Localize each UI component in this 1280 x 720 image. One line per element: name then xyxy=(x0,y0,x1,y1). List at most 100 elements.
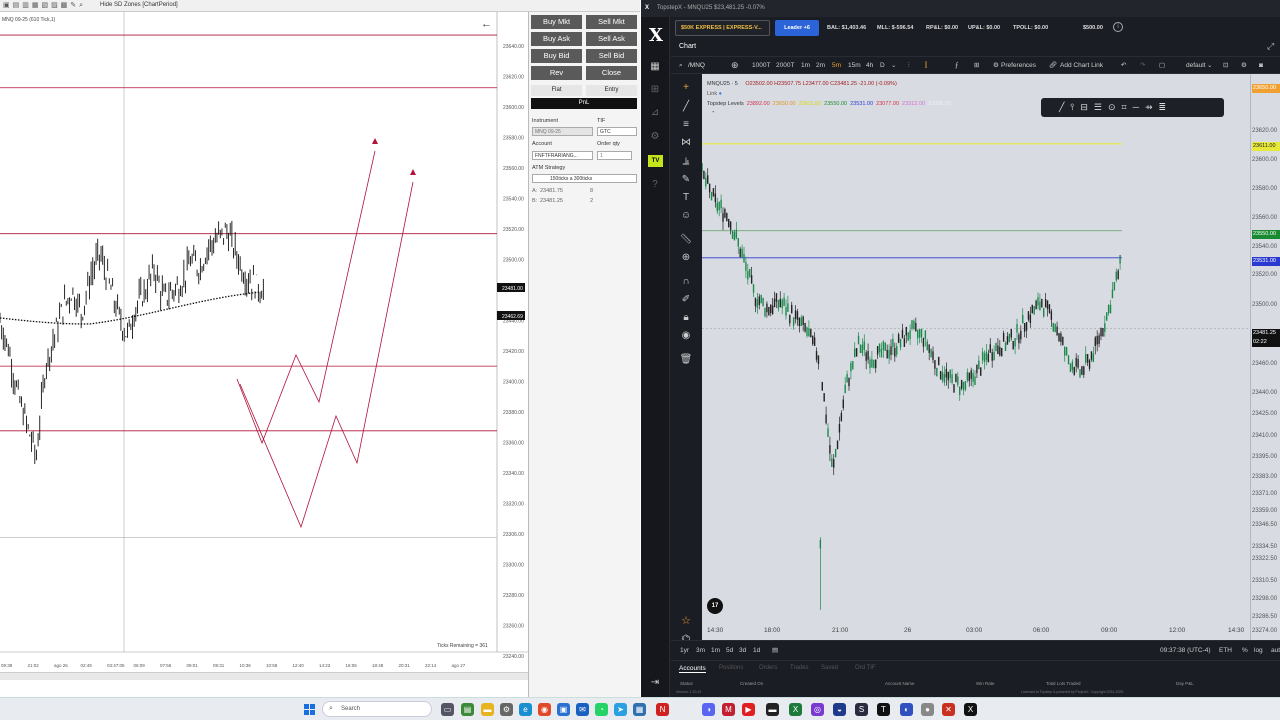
trendline-icon[interactable]: ╱ xyxy=(679,101,693,112)
star-icon[interactable]: ☆ xyxy=(679,614,693,627)
outlook-icon[interactable]: ✉ xyxy=(576,703,589,716)
add-symbol-icon[interactable]: ⊕ xyxy=(731,57,739,74)
chrome-icon[interactable]: ◉ xyxy=(538,703,551,716)
right-chart-svg[interactable]: 14:30 18:00 21:00 26 03:00 06:00 09:00 12:00 14:… xyxy=(702,74,1250,640)
ruler-icon[interactable]: 📏︎ xyxy=(679,234,693,245)
right-price-chart[interactable]: 14:30 18:00 21:00 26 03:00 06:00 09:00 12:00 14:… xyxy=(702,74,1250,640)
help-icon[interactable]: ? xyxy=(648,179,662,190)
percent-toggle[interactable]: % xyxy=(1242,642,1248,659)
chart-settings-icon[interactable]: ⚙ xyxy=(1241,57,1247,74)
settings-app-icon[interactable]: ⚙ xyxy=(500,703,513,716)
layout-dropdown-icon[interactable]: ⌄ xyxy=(1207,57,1212,74)
interval-4h[interactable]: 4h xyxy=(866,57,873,74)
leader-button[interactable]: Leader +6 xyxy=(775,20,819,36)
tradingview-icon[interactable]: TV xyxy=(648,155,663,167)
emoji-icon[interactable]: ☺ xyxy=(679,210,693,221)
preferences-button[interactable]: Preferences xyxy=(1001,57,1036,74)
explorer-icon[interactable]: ▬ xyxy=(481,703,494,716)
whatsapp-icon[interactable]: ◔ xyxy=(595,703,608,716)
legend-link[interactable]: Link xyxy=(707,91,717,97)
range-1yr[interactable]: 1yr xyxy=(680,642,689,659)
layout-select[interactable]: default xyxy=(1186,57,1206,74)
close-button[interactable]: Close xyxy=(586,66,637,80)
float-line-icon[interactable]: ╱ xyxy=(1059,102,1070,112)
analytics-icon[interactable]: ⊞ xyxy=(648,84,662,95)
buy-bid-button[interactable]: Buy Bid xyxy=(531,49,582,63)
eye-icon[interactable]: ◉ xyxy=(679,330,693,341)
sell-bid-button[interactable]: Sell Bid xyxy=(586,49,637,63)
ninja-icon[interactable]: N xyxy=(656,703,669,716)
atm-strategy-select[interactable]: 150ticks a 300ticks xyxy=(532,174,637,183)
info-icon[interactable]: i xyxy=(1113,22,1123,32)
interval-1m[interactable]: 1m xyxy=(801,57,810,74)
text-icon[interactable]: T xyxy=(679,192,693,203)
float-menu-icon[interactable]: ≣ xyxy=(1159,102,1173,112)
float-fork-icon[interactable]: ⫯ xyxy=(1070,102,1080,112)
instrument-select[interactable]: MNQ 09-25 xyxy=(532,127,593,136)
session-toggle[interactable]: ETH xyxy=(1219,642,1232,659)
account-selector-button[interactable]: $50K EXPRESS | EXPRESS-V... xyxy=(675,20,770,36)
interval-5m[interactable]: 5m xyxy=(832,57,841,74)
interval-1000t[interactable]: 1000T xyxy=(752,57,770,74)
preferences-icon[interactable]: ⚙ xyxy=(993,57,999,74)
widgets-icon[interactable]: ▤ xyxy=(461,703,474,716)
col-created-on[interactable]: Created On xyxy=(740,681,763,686)
float-channel-icon[interactable]: ⊟ xyxy=(1080,102,1094,112)
chart-icon[interactable]: ▦ xyxy=(648,61,662,72)
interval-15m[interactable]: 15m xyxy=(848,57,861,74)
interval-d[interactable]: D xyxy=(880,57,885,74)
expand-icon[interactable]: ⤢ xyxy=(1267,41,1274,52)
range-1d[interactable]: 1d xyxy=(753,642,760,659)
interval-2m[interactable]: 2m xyxy=(816,57,825,74)
float-circle-icon[interactable]: ⊙ xyxy=(1108,102,1122,112)
tab-accounts[interactable]: Accounts xyxy=(679,665,706,673)
toolbar-icons[interactable]: ▣▤▥▦▧▨▩✎⌕ xyxy=(3,1,86,10)
add-chart-link-button[interactable]: Add Chart Link xyxy=(1060,57,1103,74)
buy-market-button[interactable]: Buy Mkt xyxy=(531,15,582,29)
telegram-icon[interactable]: ➤ xyxy=(614,703,627,716)
float-dash-icon[interactable]: ─ xyxy=(1133,102,1145,112)
range-5d[interactable]: 5d xyxy=(726,642,733,659)
steam-icon[interactable]: S xyxy=(855,703,868,716)
range-3m[interactable]: 3m xyxy=(696,642,705,659)
compare-icon[interactable]: ⨍ xyxy=(955,57,958,74)
crosshair-icon[interactable]: + xyxy=(679,82,693,93)
ninjatrader-icon[interactable]: ✕ xyxy=(942,703,955,716)
taskview-icon[interactable]: ▭ xyxy=(441,703,454,716)
mail-icon[interactable]: M xyxy=(722,703,735,716)
range-1m[interactable]: 1m xyxy=(711,642,720,659)
reverse-button[interactable]: Rev xyxy=(531,66,582,80)
pattern-icon[interactable]: ⋈ xyxy=(679,137,693,148)
sell-ask-button[interactable]: Sell Ask xyxy=(586,32,637,46)
tradingview-app-icon[interactable]: T xyxy=(877,703,890,716)
browser-icon[interactable]: ◒ xyxy=(833,703,846,716)
right-price-axis[interactable]: 23650.00 23620.00 23611.00 23600.00 23580.00… xyxy=(1250,74,1280,640)
lock-icon[interactable]: 🔒︎ xyxy=(679,312,693,323)
buy-ask-button[interactable]: Buy Ask xyxy=(531,32,582,46)
vpn-icon[interactable]: ◐ xyxy=(900,703,913,716)
col-total-lots[interactable]: Total Lots Traded xyxy=(1046,681,1081,686)
chart-type-icon[interactable]: ⫶ xyxy=(908,57,910,74)
clock-display[interactable]: 09:37:38 (UTC-4) xyxy=(1160,642,1211,659)
tab-orders[interactable]: Orders xyxy=(759,665,777,671)
float-arrow-icon[interactable]: ⇸ xyxy=(1145,102,1159,112)
media-icon[interactable]: ▶ xyxy=(742,703,755,716)
auto-toggle[interactable]: auto xyxy=(1271,642,1280,659)
left-chart-scrollbar[interactable] xyxy=(0,672,528,680)
account-select[interactable]: FNFTFRARIANG... xyxy=(532,151,593,160)
obs-icon[interactable]: ◎ xyxy=(811,703,824,716)
discord-icon[interactable]: ◑ xyxy=(702,703,715,716)
col-status[interactable]: Status xyxy=(680,681,693,686)
fib-icon[interactable]: ≡ xyxy=(679,119,693,130)
left-price-chart[interactable]: 23640.00 23620.00 23600.00 23580.00 23560.00… xyxy=(0,12,528,682)
undo-icon[interactable]: ↶ xyxy=(1121,57,1126,74)
edge-icon[interactable]: e xyxy=(519,703,532,716)
float-frame-icon[interactable]: ⌗ xyxy=(1122,102,1133,112)
excel-icon[interactable]: X xyxy=(789,703,802,716)
pencil-lock-icon[interactable]: ✐ xyxy=(679,294,693,305)
settings-icon[interactable]: ⚙ xyxy=(648,131,662,142)
taskbar-search[interactable]: ⌕ Search xyxy=(322,701,432,717)
windows-start-icon[interactable] xyxy=(304,704,315,715)
col-day-pnl[interactable]: Day P&L xyxy=(1176,681,1194,686)
brush-icon[interactable]: ✎ xyxy=(679,174,693,185)
